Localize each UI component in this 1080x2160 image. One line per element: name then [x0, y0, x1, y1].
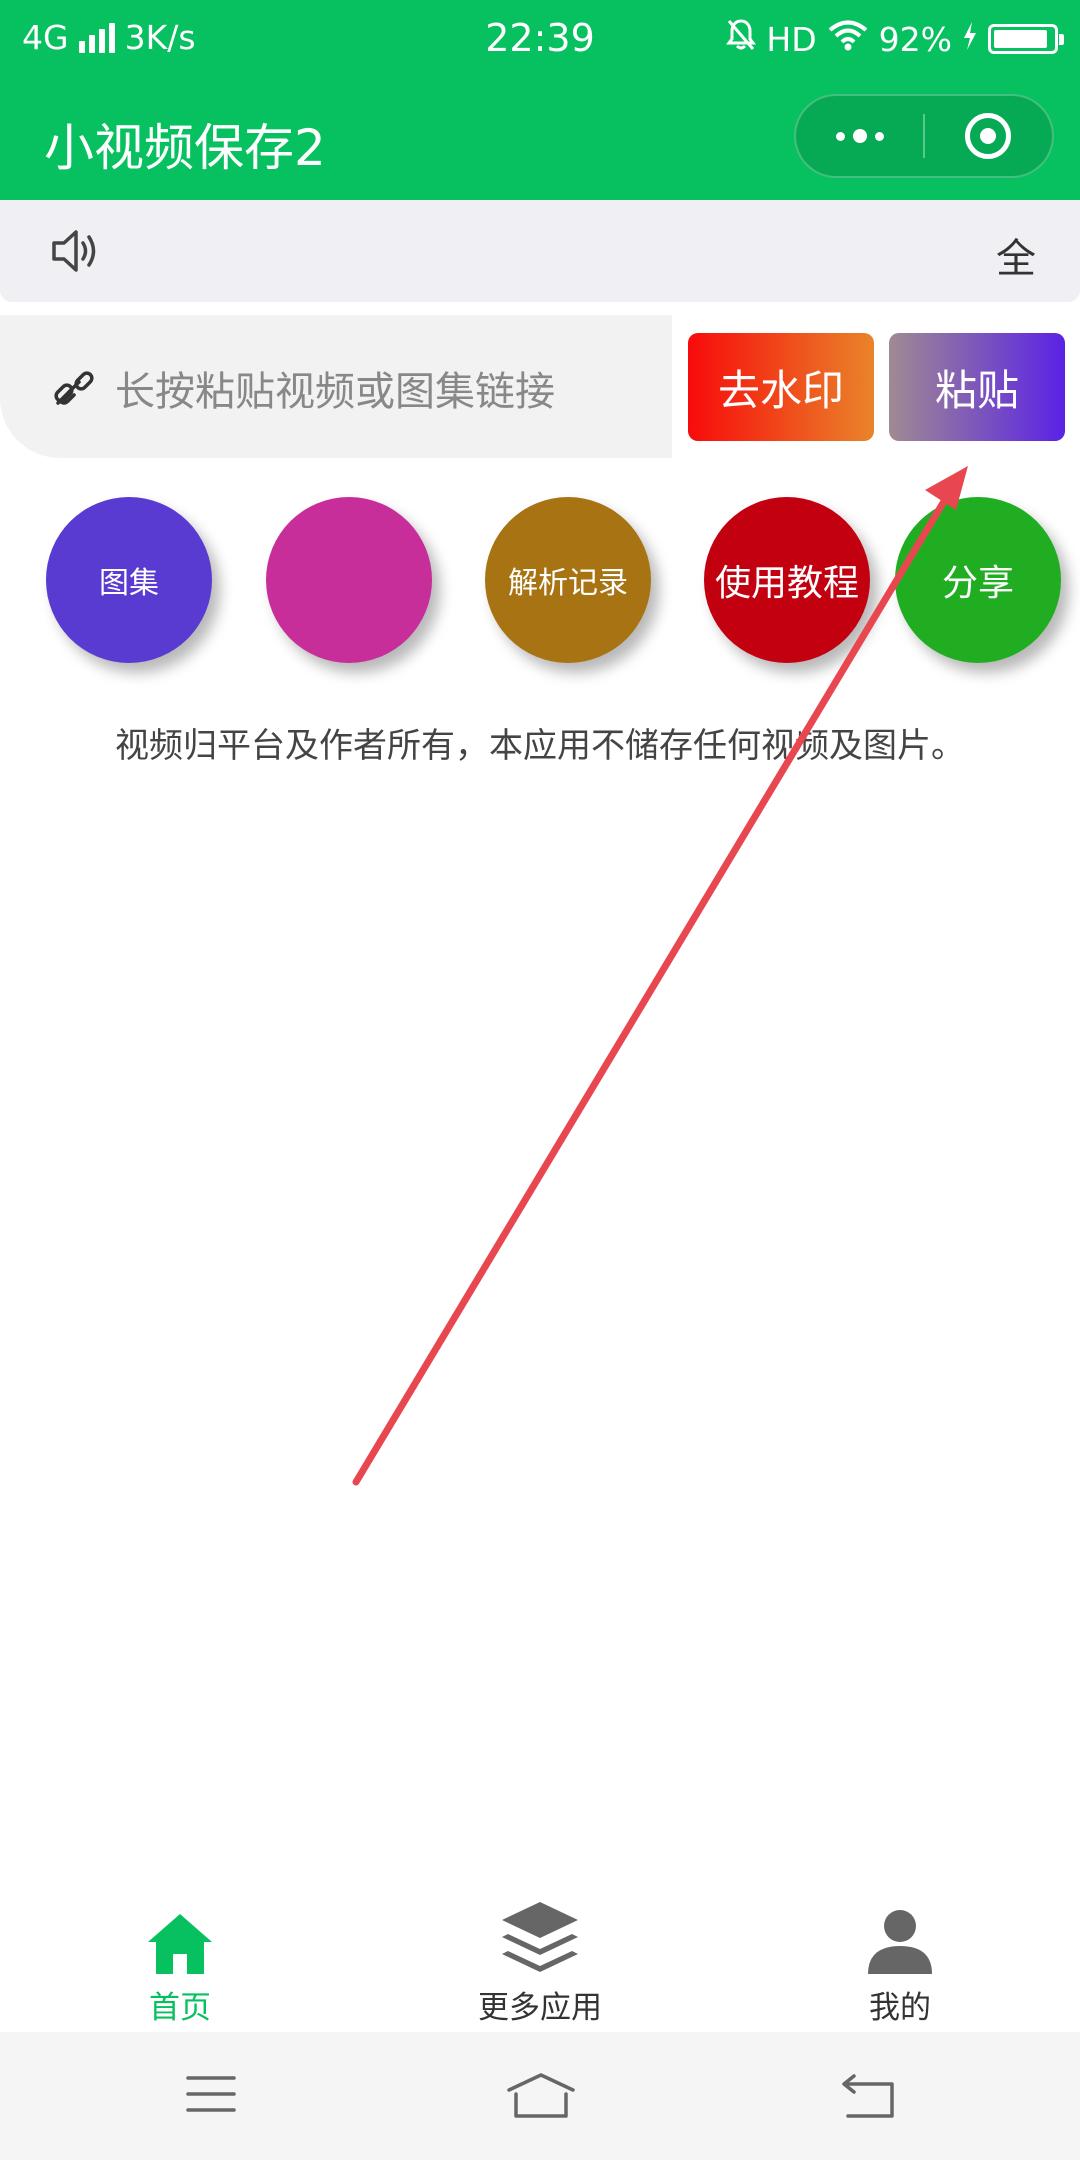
tab-home[interactable]: 首页 — [80, 1900, 280, 2027]
remove-watermark-button[interactable]: 去水印 — [688, 333, 874, 441]
parse-history-button[interactable]: 解析记录 — [485, 497, 651, 663]
more-dots-icon — [835, 129, 884, 143]
home-outline-icon[interactable] — [506, 2072, 576, 2124]
charging-icon — [962, 20, 978, 59]
close-miniprogram-button[interactable] — [925, 94, 1052, 178]
navigation-bar: 小视频保存2 — [0, 74, 1080, 200]
user-icon — [800, 1900, 1000, 1976]
paste-button[interactable]: 粘贴 — [889, 333, 1065, 441]
speaker-icon — [50, 226, 104, 280]
blank-circle-button[interactable] — [266, 497, 432, 663]
share-button[interactable]: 分享 — [895, 497, 1061, 663]
link-icon — [52, 365, 96, 413]
gallery-button[interactable]: 图集 — [46, 497, 212, 663]
tab-more-apps-label: 更多应用 — [478, 1990, 602, 2026]
app-screen: 4G 3K/s 22:39 HD 92% 小视频保存2 全 长按粘贴视频或图集链… — [0, 0, 1080, 2160]
tab-more-apps[interactable]: 更多应用 — [440, 1900, 640, 2027]
link-input[interactable]: 长按粘贴视频或图集链接 — [0, 315, 672, 458]
home-icon — [80, 1900, 280, 1976]
tab-home-label: 首页 — [149, 1990, 211, 2026]
back-icon[interactable] — [840, 2072, 896, 2124]
notice-full-label[interactable]: 全 — [996, 226, 1036, 284]
wifi-icon — [827, 19, 869, 59]
tab-mine[interactable]: 我的 — [800, 1900, 1000, 2027]
notice-bar: 全 — [0, 200, 1080, 302]
tab-bar: 首页 更多应用 我的 — [0, 1880, 1080, 2032]
battery-percent: 92% — [878, 19, 952, 59]
hd-label: HD — [766, 19, 817, 59]
battery-level — [994, 30, 1048, 48]
battery-icon — [988, 24, 1064, 54]
tab-mine-label: 我的 — [869, 1990, 931, 2026]
page-title: 小视频保存2 — [44, 119, 326, 177]
system-navigation-bar — [0, 2032, 1080, 2160]
status-right: HD 92% — [726, 18, 1064, 60]
status-bar: 4G 3K/s 22:39 HD 92% — [0, 0, 1080, 74]
more-button[interactable] — [796, 94, 923, 178]
link-input-placeholder: 长按粘贴视频或图集链接 — [115, 369, 555, 415]
target-icon — [965, 113, 1012, 159]
mute-bell-icon — [726, 18, 757, 60]
disclaimer-text: 视频归平台及作者所有，本应用不储存任何视频及图片。 — [115, 726, 965, 766]
menu-icon[interactable] — [186, 2072, 236, 2120]
tutorial-button[interactable]: 使用教程 — [704, 497, 870, 663]
menu-capsule — [794, 94, 1054, 178]
layers-icon — [440, 1900, 640, 1976]
